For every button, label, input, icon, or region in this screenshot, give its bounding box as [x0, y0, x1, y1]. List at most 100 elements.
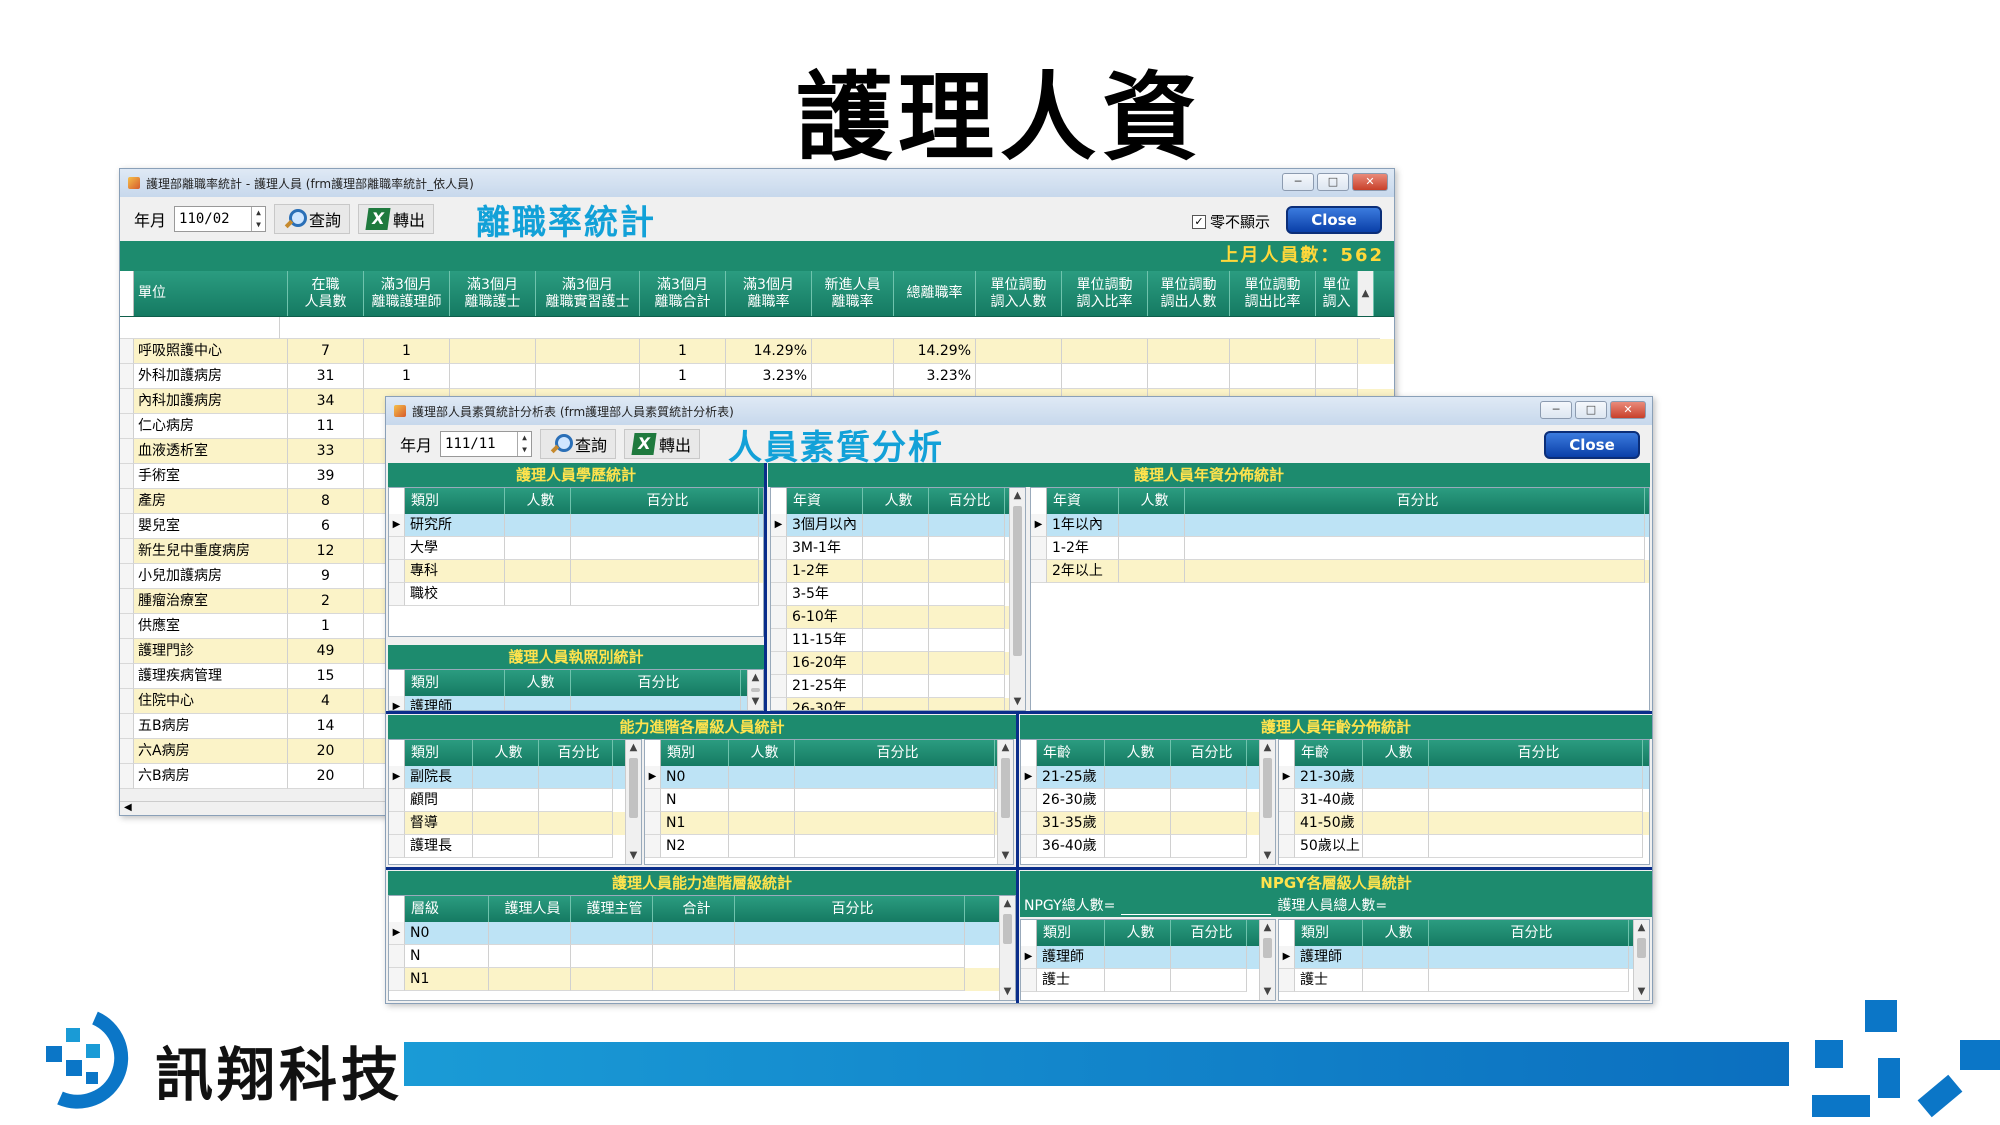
col-header[interactable]: 百分比 [795, 740, 995, 766]
list-item[interactable]: ▶ 研究所 [389, 514, 763, 537]
col-header[interactable]: 人數 [729, 740, 795, 766]
list-item[interactable]: 26-30年 [771, 698, 1025, 710]
col-header[interactable]: 滿3個月 離職合計 [640, 271, 726, 316]
list-item[interactable]: 21-25年 [771, 675, 1025, 698]
list-item[interactable]: 護士 [1021, 969, 1275, 992]
col-header[interactable]: 年資 [1047, 488, 1119, 514]
col-header[interactable]: 百分比 [1171, 740, 1247, 766]
list-item[interactable]: 16-20年 [771, 652, 1025, 675]
list-item[interactable]: 專科 [389, 560, 763, 583]
list-item[interactable]: 1-2年 [771, 560, 1025, 583]
window-close-icon[interactable]: ✕ [1352, 173, 1388, 191]
vertical-scrollbar[interactable]: ▲ ▼ [747, 670, 763, 710]
list-item[interactable]: 11-15年 [771, 629, 1025, 652]
scroll-thumb[interactable] [1003, 914, 1012, 944]
col-header[interactable]: 百分比 [1185, 488, 1645, 514]
col-header[interactable]: 在職 人員數 [288, 271, 364, 316]
col-header[interactable]: 層級 [405, 896, 489, 922]
col-header[interactable]: 百分比 [735, 896, 965, 922]
export-button[interactable]: X 轉出 [358, 204, 435, 234]
scroll-down-icon[interactable]: ▼ [1010, 694, 1025, 710]
ym-spinner[interactable]: 111/11 ▲ ▼ [440, 431, 533, 457]
list-item[interactable]: 1-2年 [1031, 537, 1649, 560]
scroll-thumb[interactable] [1263, 938, 1272, 958]
col-header[interactable]: 年資 [787, 488, 863, 514]
col-header[interactable]: 滿3個月 離職護士 [450, 271, 536, 316]
scroll-up-icon[interactable]: ▲ [998, 740, 1013, 756]
list-item[interactable]: N [389, 945, 1015, 968]
col-header[interactable]: 年齡 [1037, 740, 1105, 766]
filter-row[interactable] [120, 317, 1394, 339]
scroll-thumb[interactable] [1013, 506, 1022, 656]
vertical-scrollbar[interactable]: ▲ ▼ [1259, 740, 1275, 864]
turnover-close-button[interactable]: Close [1286, 206, 1382, 234]
col-header[interactable]: 百分比 [1429, 740, 1643, 766]
col-header[interactable]: 新進人員 離職率 [812, 271, 894, 316]
col-header[interactable]: 滿3個月 離職實習護士 [536, 271, 640, 316]
col-header[interactable]: 類別 [1295, 920, 1363, 946]
scroll-up-icon[interactable]: ▲ [1010, 488, 1025, 504]
list-item[interactable]: 31-35歲 [1021, 812, 1275, 835]
col-header[interactable]: 護理主管 [571, 896, 653, 922]
list-item[interactable]: ▶ 1年以內 [1031, 514, 1649, 537]
col-header[interactable]: 單位 調入 [1316, 271, 1358, 316]
col-header[interactable]: 合計 [653, 896, 735, 922]
scroll-down-icon[interactable]: ▼ [1000, 984, 1015, 1000]
list-item[interactable]: 31-40歲 [1279, 789, 1649, 812]
minimize-button[interactable]: ─ [1540, 401, 1572, 419]
list-item[interactable]: ▶ 護理師 [1279, 946, 1649, 969]
list-item[interactable]: 3-5年 [771, 583, 1025, 606]
scroll-down-icon[interactable]: ▼ [748, 694, 763, 710]
col-header[interactable]: 單位調動 調入人數 [976, 271, 1062, 316]
col-header[interactable]: 人數 [1363, 740, 1429, 766]
col-header[interactable]: 人數 [505, 670, 571, 696]
scroll-thumb[interactable] [629, 758, 638, 818]
scroll-up-icon[interactable]: ▲ [748, 670, 763, 686]
scroll-down-icon[interactable]: ▼ [1260, 984, 1275, 1000]
vertical-scrollbar[interactable]: ▲ ▼ [1633, 920, 1649, 1000]
window-close-icon[interactable]: ✕ [1610, 401, 1646, 419]
list-item[interactable]: 36-40歲 [1021, 835, 1275, 858]
query-button[interactable]: 查詢 [274, 204, 351, 234]
list-item[interactable]: ▶ 3個月以內 [771, 514, 1025, 537]
col-header[interactable]: 類別 [405, 670, 505, 696]
spinner-arrows-icon[interactable]: ▲ ▼ [251, 207, 265, 231]
scroll-down-icon[interactable]: ▼ [626, 848, 641, 864]
maximize-button[interactable]: □ [1575, 401, 1607, 419]
col-header[interactable]: 單位調動 調出人數 [1148, 271, 1230, 316]
list-item[interactable]: ▶ 護理師 [1021, 946, 1275, 969]
scroll-up-icon[interactable]: ▲ [1358, 271, 1374, 316]
scroll-thumb[interactable] [1263, 758, 1272, 818]
query-button[interactable]: 查詢 [540, 429, 617, 459]
scroll-up-icon[interactable]: ▲ [1260, 920, 1275, 936]
list-item[interactable]: N1 [645, 812, 1013, 835]
list-item[interactable]: N1 [389, 968, 1015, 991]
col-header[interactable]: 百分比 [571, 488, 759, 514]
scroll-thumb[interactable] [1637, 938, 1646, 958]
col-header[interactable]: 年齡 [1295, 740, 1363, 766]
minimize-button[interactable]: ─ [1282, 173, 1314, 191]
col-header[interactable]: 單位調動 調出比率 [1230, 271, 1316, 316]
scroll-up-icon[interactable]: ▲ [1000, 896, 1015, 912]
col-header[interactable]: 百分比 [539, 740, 613, 766]
list-item[interactable]: ▶ 21-25歲 [1021, 766, 1275, 789]
checkbox-checked-icon[interactable]: ✓ [1191, 214, 1206, 229]
col-header[interactable]: 百分比 [929, 488, 1005, 514]
list-item[interactable]: N2 [645, 835, 1013, 858]
vertical-scrollbar[interactable]: ▲ ▼ [625, 740, 641, 864]
list-item[interactable]: 41-50歲 [1279, 812, 1649, 835]
list-item[interactable]: 護理長 [389, 835, 641, 858]
list-item[interactable]: 護士 [1279, 969, 1649, 992]
col-header[interactable]: 人數 [1119, 488, 1185, 514]
list-item[interactable]: 6-10年 [771, 606, 1025, 629]
col-header[interactable]: 類別 [405, 740, 473, 766]
list-item[interactable]: ▶ 21-30歲 [1279, 766, 1649, 789]
col-header[interactable]: 人數 [505, 488, 571, 514]
col-header[interactable]: 單位 [134, 271, 288, 316]
scroll-down-icon[interactable]: ▼ [998, 848, 1013, 864]
list-item[interactable]: ▶ N0 [389, 922, 1015, 945]
col-header[interactable]: 人數 [1105, 740, 1171, 766]
list-item[interactable]: ▶ 護理師 [389, 696, 763, 710]
col-header[interactable]: 總離職率 [894, 271, 976, 316]
table-row[interactable]: 呼吸照護中心 7 1 1 14.29% 14.29% [120, 339, 1394, 364]
